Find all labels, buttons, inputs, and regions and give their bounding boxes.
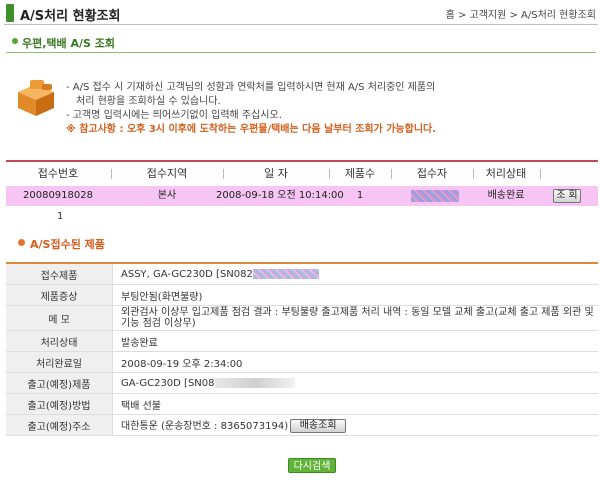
column-header: 일 자 [264,167,288,180]
detail-row: 처리상태 발송완료 [6,330,598,352]
column-header: 접수번호 [37,167,79,180]
detail-label: 처리상태 [6,330,113,352]
detail-row: 메 모 외관검사 이상무 입고제품 점검 결과 : 부팅불량 출고제품 처리 내… [6,305,598,331]
table-top-border [6,160,598,162]
header-divider [4,24,598,25]
detail-label: 출고(예정)주소 [6,414,113,436]
info-note: ※ 참고사항 : 오후 3시 이후에 도착하는 우편물/택배는 다음 날부터 조… [66,124,437,135]
detail-row: 출고(예정)방법 택배 선불 [6,393,598,415]
redacted-serial [252,268,319,279]
section-title-received-products: A/S접수된 제품 [30,238,105,251]
detail-value: 발송완료 [112,330,598,352]
info-line-1: - A/S 접수 시 기재하신 고객님의 성함과 연락처를 입력하시면 현재 A… [66,82,436,93]
detail-row: 처리완료일 2008-09-19 오후 2:34:00 [6,351,598,373]
search-again-button[interactable]: 다시검색 [288,458,336,473]
details-table: 접수제품 ASSY, GA-GC230D [SN082 제품증상 부팅안됨(화면… [6,262,598,436]
page-title: A/S처리 현황조회 [20,9,121,24]
detail-row: 제품증상 부팅안됨(화면불량) [6,284,598,306]
detail-label: 출고(예정)방법 [6,393,113,415]
column-header: 처리상태 [485,167,527,180]
cell-count: 1 [356,190,364,201]
section-title-inquiry: 우편,택배 A/S 조회 [22,37,116,50]
page-number[interactable]: 1 [57,211,63,222]
column-separator [540,169,541,179]
detail-row: 접수제품 ASSY, GA-GC230D [SN082 [6,262,598,285]
column-header: 접수자 [416,167,448,180]
cell-date: 2008-09-18 오전 10:14:00 [216,190,344,201]
package-icon [18,80,54,116]
detail-value: 외관검사 이상무 입고제품 점검 결과 : 부팅불량 출고제품 처리 내역 : … [112,305,598,331]
redacted-serial [214,377,295,388]
cell-receipt-number: 20080918028 [23,190,93,201]
detail-value: ASSY, GA-GC230D [SN082 [112,262,598,285]
column-header: 접수지역 [146,167,188,180]
column-header: 제품수 [344,167,376,180]
detail-label: 접수제품 [6,262,113,285]
breadcrumb[interactable]: 홈 > 고객지원 > A/S처리 현황조회 [446,6,596,21]
detail-label: 출고(예정)제품 [6,372,113,394]
info-line-2: 처리 현황을 조회하실 수 있습니다. [76,96,221,107]
bullet-icon [18,239,25,246]
detail-label: 제품증상 [6,284,113,306]
view-button[interactable]: 조 회 [553,189,581,203]
detail-value: 대한통운 (운송장번호 : 8365073194) 배송조회 [112,414,598,436]
section-divider [6,52,596,53]
detail-row: 출고(예정)주소 대한통운 (운송장번호 : 8365073194) 배송조회 [6,414,598,436]
detail-row: 출고(예정)제품 GA-GC230D [SN08 [6,372,598,394]
detail-value: 2008-09-19 오후 2:34:00 [112,351,598,373]
detail-value: GA-GC230D [SN08 [112,372,598,394]
detail-value: 부팅안됨(화면불량) [112,284,598,306]
detail-label: 메 모 [6,305,113,331]
title-bar-icon [6,4,14,22]
receiver-pixelated [411,190,459,202]
track-shipment-button[interactable]: 배송조회 [290,419,347,433]
info-line-3: - 고객명 입력시에는 띄어쓰기없이 입력해 주십시오. [66,110,282,121]
detail-value: 택배 선불 [112,393,598,415]
detail-label: 처리완료일 [6,351,113,373]
cell-region: 본사 [157,190,177,201]
bullet-icon [12,38,18,44]
cell-status: 배송완료 [487,190,525,201]
